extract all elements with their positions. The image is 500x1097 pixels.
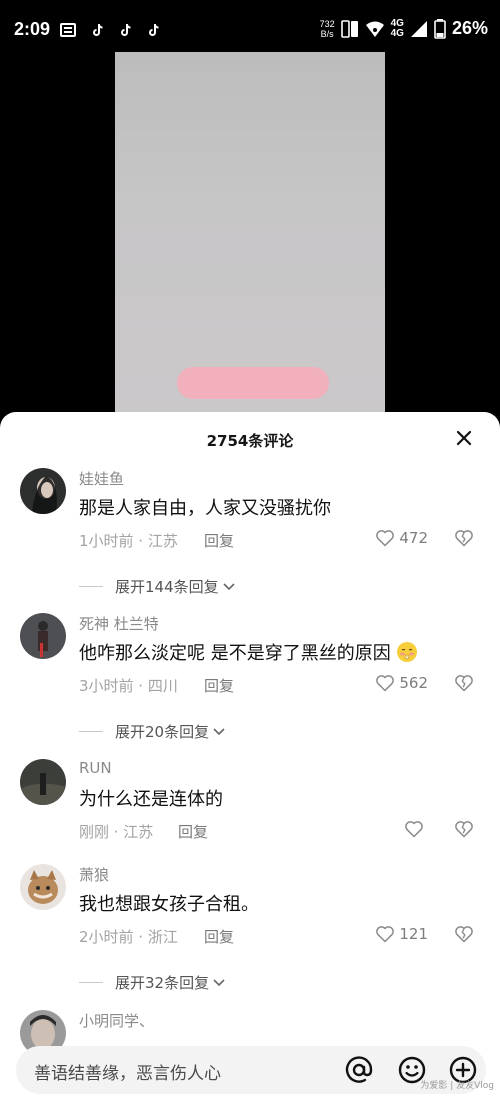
dual-sim-icon xyxy=(340,19,358,38)
heart-icon xyxy=(376,530,395,547)
shy-emoji-icon xyxy=(397,642,418,662)
broken-heart-icon[interactable] xyxy=(454,819,474,839)
like-button[interactable]: 472 xyxy=(375,528,428,548)
expand-replies[interactable]: 展开32条回复 xyxy=(79,972,226,993)
like-count: 121 xyxy=(399,925,428,943)
expand-replies-label: 展开32条回复 xyxy=(115,974,210,992)
close-icon[interactable] xyxy=(452,426,476,450)
comments-sheet: 2754条评论 娃娃鱼 那是人家自由，人家又没骚扰你 1小时前 · 江苏 回复 … xyxy=(0,412,500,1097)
expand-replies[interactable]: 展开144条回复 xyxy=(79,576,236,597)
video-pink-overlay xyxy=(177,367,329,399)
reply-button[interactable]: 回复 xyxy=(204,926,234,947)
comment-meta: 2小时前 · 浙江 xyxy=(79,928,178,946)
tiktok-notification-icon xyxy=(149,23,159,36)
comment-username[interactable]: 萧狼 xyxy=(79,864,109,885)
comment-input-bar[interactable]: 善语结善缘，恶言伤人心 xyxy=(16,1046,486,1094)
broken-heart-icon[interactable] xyxy=(454,673,474,693)
chevron-down-icon xyxy=(213,978,225,986)
network-type-b: 4G xyxy=(390,27,404,39)
comment-text: 我也想跟女孩子合租。 xyxy=(79,894,259,915)
comment-username[interactable]: 小明同学、 xyxy=(79,1010,154,1031)
comment-meta: 刚刚 · 江苏 xyxy=(79,823,154,841)
comment-text-body: 他咋那么淡定呢 是不是穿了黑丝的原因 xyxy=(79,643,391,664)
reply-button[interactable]: 回复 xyxy=(204,530,234,551)
heart-icon xyxy=(376,926,395,943)
reply-button[interactable]: 回复 xyxy=(178,821,208,842)
divider-line xyxy=(79,731,103,732)
like-button[interactable]: 121 xyxy=(375,924,428,944)
gallery-notification-icon xyxy=(60,23,76,37)
mention-icon[interactable] xyxy=(344,1055,374,1085)
video-frame[interactable] xyxy=(115,52,385,422)
expand-replies[interactable]: 展开20条回复 xyxy=(79,721,226,742)
tiktok-notification-icon xyxy=(93,23,103,36)
comment-username[interactable]: 娃娃鱼 xyxy=(79,468,124,489)
comment-meta: 3小时前 · 四川 xyxy=(79,677,178,695)
network-speed-unit: B/s xyxy=(320,28,334,39)
comment-username[interactable]: 死神 杜兰特 xyxy=(79,613,159,634)
tiktok-notification-icon xyxy=(121,23,131,36)
network-type: 4G 4G xyxy=(390,17,404,39)
comment-item: 娃娃鱼 那是人家自由，人家又没骚扰你 1小时前 · 江苏 回复 472 展开14… xyxy=(0,468,500,608)
like-button[interactable] xyxy=(404,819,428,839)
comment-text: 为什么还是连体的 xyxy=(79,789,223,810)
comment-username[interactable]: RUN xyxy=(79,759,112,777)
signal-icon xyxy=(410,20,427,37)
comment-meta: 1小时前 · 江苏 xyxy=(79,532,178,550)
comments-count-title: 2754条评论 xyxy=(206,432,294,450)
avatar[interactable] xyxy=(20,468,66,514)
network-type-a: 4G xyxy=(390,17,404,29)
expand-replies-label: 展开144条回复 xyxy=(115,578,219,596)
network-speed: 732 B/s xyxy=(320,19,335,39)
wifi-icon xyxy=(365,21,384,37)
like-count: 472 xyxy=(399,529,428,547)
expand-replies-label: 展开20条回复 xyxy=(115,723,210,741)
like-button[interactable]: 562 xyxy=(375,673,428,693)
network-speed-value: 732 xyxy=(319,18,335,29)
video-player[interactable] xyxy=(0,52,500,422)
broken-heart-icon[interactable] xyxy=(454,924,474,944)
status-time: 2:09 xyxy=(14,19,51,39)
avatar[interactable] xyxy=(20,759,66,805)
comment-item: 死神 杜兰特 他咋那么淡定呢 是不是穿了黑丝的原因 3小时前 · 四川 回复 5… xyxy=(0,613,500,753)
comment-item: 小明同学、 xyxy=(0,1010,500,1056)
battery-percent: 26% xyxy=(451,18,488,38)
watermark: 为爱影 | 友友Vlog xyxy=(420,1081,494,1091)
chevron-down-icon xyxy=(213,727,225,735)
chevron-down-icon xyxy=(223,582,235,590)
divider-line xyxy=(79,586,103,587)
comment-item: 萧狼 我也想跟女孩子合租。 2小时前 · 浙江 回复 121 展开32条回复 xyxy=(0,864,500,1004)
comment-text: 那是人家自由，人家又没骚扰你 xyxy=(79,498,331,519)
comment-text: 他咋那么淡定呢 是不是穿了黑丝的原因 xyxy=(79,639,418,665)
avatar[interactable] xyxy=(20,613,66,659)
heart-icon xyxy=(405,821,423,838)
heart-icon xyxy=(376,675,395,692)
battery-icon xyxy=(434,18,446,39)
status-right-group: 732 B/s 4G 4G 26% xyxy=(320,18,488,39)
comment-input-placeholder[interactable]: 善语结善缘，恶言伤人心 xyxy=(34,1059,221,1084)
divider-line xyxy=(79,982,103,983)
avatar[interactable] xyxy=(20,864,66,910)
comment-item: RUN 为什么还是连体的 刚刚 · 江苏 回复 xyxy=(0,759,500,859)
broken-heart-icon[interactable] xyxy=(454,528,474,548)
reply-button[interactable]: 回复 xyxy=(204,675,234,696)
like-count: 562 xyxy=(399,674,428,692)
